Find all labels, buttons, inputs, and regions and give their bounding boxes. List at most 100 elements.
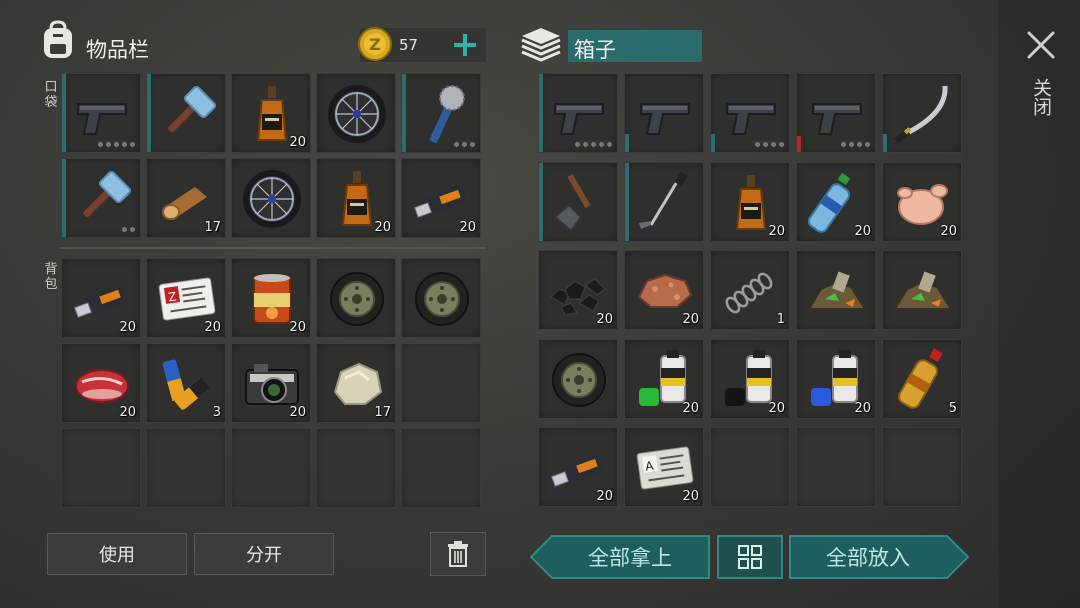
item-count: 17 [204,220,221,235]
box-slot[interactable] [538,73,618,153]
wheel-icon [328,85,386,143]
box-slot[interactable] [796,250,876,331]
sledgehammer-icon [83,170,132,218]
pocket-slot[interactable]: 20 [401,158,481,238]
item-count: 20 [940,223,957,239]
backpack-slot[interactable] [401,343,481,423]
durability-bar [625,134,629,152]
coin-icon: Z [357,26,393,62]
svg-text:Z: Z [369,35,381,54]
backpack-slot[interactable] [316,258,396,338]
pocket-slot[interactable] [61,73,141,153]
box-slot[interactable] [624,161,704,242]
scrap-pile-icon [893,271,953,311]
box-slot[interactable]: 20 [538,427,618,508]
box-slot[interactable]: 20 [624,338,704,419]
tire-icon [330,272,384,326]
item-count: 1 [776,312,785,328]
backpack-slot[interactable] [146,428,226,508]
box-slot[interactable]: 20 [710,338,790,419]
box-slot[interactable] [796,73,876,153]
backpack-section-label: 背包 [44,262,58,292]
upgrade-dots [755,142,784,147]
katana-icon [894,85,948,144]
backpack-slot[interactable]: 20 [231,343,311,423]
take-all-button[interactable]: 全部拿上 [530,535,710,579]
box-slot[interactable] [710,73,790,153]
sort-button[interactable] [717,535,783,579]
backpack-slot[interactable] [401,258,481,338]
backpack-slot[interactable]: 20 [61,258,141,338]
durability-bar [62,159,66,237]
box-slot[interactable]: A 20 [624,427,704,508]
durability-bar [539,74,543,152]
box-slot[interactable] [796,427,876,508]
item-count: 20 [854,400,871,416]
box-slot[interactable]: 20 [624,250,704,331]
backpack-slot[interactable]: 17 [316,343,396,423]
golf-club-icon [639,171,688,229]
item-count: 20 [854,223,871,239]
backpack-slot[interactable]: 20 [61,343,141,423]
box-slot[interactable]: 20 [710,161,790,242]
item-count: 20 [289,320,306,335]
box-slot[interactable] [882,427,962,508]
backpack-slot[interactable]: 20 [231,258,311,338]
sledgehammer-icon [168,85,217,133]
use-button[interactable]: 使用 [47,533,187,575]
coin-count: 57 [399,36,419,54]
upgrade-dots [454,142,475,147]
item-count: 20 [682,489,699,505]
item-count: 20 [682,312,699,328]
add-coins-icon[interactable] [452,32,478,58]
pistol-icon [726,103,776,135]
upgrade-dots [122,227,135,232]
item-count: 20 [119,405,136,420]
box-slot[interactable]: 5 [882,338,962,419]
pocket-slot[interactable] [61,158,141,238]
box-slot[interactable] [624,73,704,153]
box-slot[interactable] [882,250,962,331]
trash-icon [448,541,468,567]
box-slot[interactable]: 20 [882,161,962,242]
shovel-icon [553,173,591,233]
backpack-slot[interactable] [316,428,396,508]
pocket-slot[interactable]: 17 [146,158,226,238]
backpack-icon [38,20,78,62]
box-slot[interactable] [538,161,618,242]
backpack-slot[interactable] [401,428,481,508]
put-all-label: 全部放入 [826,546,910,570]
item-count: 20 [596,312,613,328]
item-count: 5 [948,400,957,416]
pocket-slot[interactable] [231,158,311,238]
durability-bar [402,74,406,152]
item-count: 17 [374,405,391,420]
pocket-slot[interactable] [401,73,481,153]
box-grid: 20 20 20 20 20 1 20 20 20 5 20 A 20 [538,73,963,511]
take-all-label: 全部拿上 [588,546,672,570]
pocket-slot[interactable]: 20 [316,158,396,238]
backpack-slot[interactable] [231,428,311,508]
box-slot[interactable]: 20 [796,338,876,419]
box-slot[interactable]: 1 [710,250,790,331]
backpack-slot[interactable]: Z 20 [146,258,226,338]
pocket-slot[interactable]: 20 [231,73,311,153]
trash-button[interactable] [430,532,486,576]
box-slot[interactable] [882,73,962,153]
put-all-button[interactable]: 全部放入 [789,535,969,579]
backpack-slot[interactable]: 3 [146,343,226,423]
close-label[interactable]: 关闭 [1030,78,1052,116]
box-slot[interactable] [710,427,790,508]
box-slot[interactable]: 20 [538,250,618,331]
pocket-slot[interactable] [146,73,226,153]
close-icon[interactable] [1024,28,1058,62]
durability-bar [62,74,66,152]
item-count: 3 [212,405,221,420]
durability-bar [711,134,715,152]
box-slot[interactable] [538,338,618,419]
pocket-slot[interactable] [316,73,396,153]
backpack-slot[interactable] [61,428,141,508]
box-slot[interactable]: 20 [796,161,876,242]
split-button[interactable]: 分开 [194,533,334,575]
durability-bar [147,74,151,152]
